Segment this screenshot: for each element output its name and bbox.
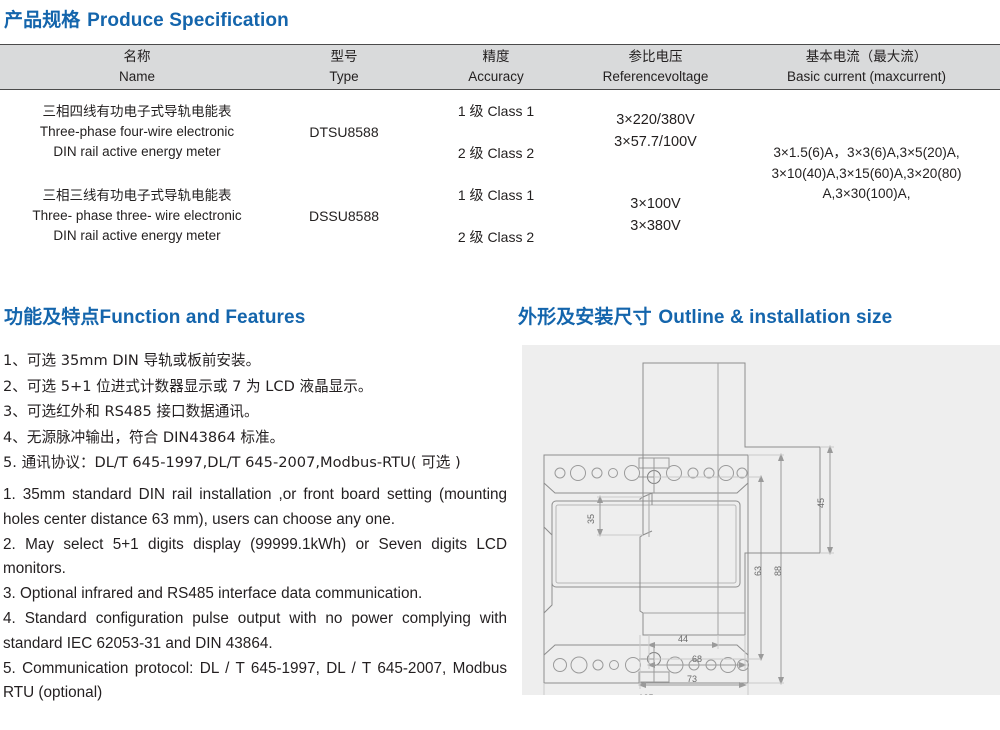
page-title-specification-en: Produce Specification bbox=[87, 10, 289, 31]
features-list-chinese: 1、可选 35mm DIN 导轨或板前安装。 2、可选 5+1 位进式计数器显示… bbox=[3, 348, 503, 476]
section-title-features-en: Function and Features bbox=[99, 307, 306, 328]
cell-accuracy-class2: 2 级 Class 2 bbox=[457, 229, 535, 245]
side-view-drawing bbox=[597, 362, 834, 689]
dimension-label-rail-height: 35 bbox=[586, 514, 596, 524]
dimension-label-hole-spacing: 63 bbox=[753, 566, 763, 576]
cell-accuracy-class1: 1 级 Class 1 bbox=[457, 103, 535, 119]
column-header-basic-current: 基本电流（最大流） Basic current (maxcurrent) bbox=[733, 44, 1000, 90]
list-item: 4、无源脉冲输出，符合 DIN43864 标准。 bbox=[3, 428, 285, 446]
drawing-panel: 63 88 125 35 45 44 68 73 bbox=[522, 345, 1000, 695]
cell-type-dtsu8588: DTSU8588 bbox=[309, 124, 379, 140]
dimension-label-body-height: 45 bbox=[816, 498, 826, 508]
cell-accuracy-class2: 2 级 Class 2 bbox=[457, 145, 535, 161]
dimension-label-width: 125 bbox=[638, 693, 653, 695]
section-title-outline-en: Outline & installation size bbox=[658, 307, 893, 328]
front-view-drawing bbox=[543, 453, 784, 695]
list-item: 5. Communication protocol: DL / T 645-19… bbox=[3, 659, 507, 702]
section-title-outline: 外形及安装尺寸 Outline & installation size bbox=[518, 302, 892, 329]
list-item: 4. Standard configuration pulse output w… bbox=[3, 609, 507, 652]
cell-type-dssu8588: DSSU8588 bbox=[308, 208, 380, 224]
dimension-label-depth-total: 73 bbox=[687, 674, 697, 684]
list-item: 5. 通讯协议：DL/T 645-1997,DL/T 645-2007,Modb… bbox=[3, 454, 461, 471]
list-item: 2、可选 5+1 位进式计数器显示或 7 为 LCD 液晶显示。 bbox=[3, 377, 373, 395]
cell-voltage-dssu8588: 3×100V 3×380V bbox=[630, 196, 681, 234]
list-item: 1. 35mm standard DIN rail installation ,… bbox=[3, 486, 507, 528]
cell-voltage-dtsu8588: 3×220/380V 3×57.7/100V bbox=[614, 112, 697, 150]
list-item: 2. May select 5+1 digits display (99999.… bbox=[3, 535, 507, 578]
cell-basic-current: 3×1.5(6)A，3×3(6)A,3×5(20)A, 3×10(40)A,3×… bbox=[771, 145, 962, 202]
column-header-type: 型号 Type bbox=[274, 44, 414, 90]
column-header-accuracy: 精度 Accuracy bbox=[414, 44, 578, 90]
column-header-reference-voltage: 参比电压 Referencevoltage bbox=[578, 44, 733, 90]
dimension-label-depth-mid: 68 bbox=[692, 654, 702, 664]
list-item: 3. Optional infrared and RS485 interface… bbox=[3, 585, 423, 603]
section-title-features: 功能及特点Function and Features bbox=[4, 302, 305, 329]
features-list-english: 1. 35mm standard DIN rail installation ,… bbox=[3, 483, 507, 706]
cell-name-dssu8588: 三相三线有功电子式导轨电能表 Three- phase three- wire … bbox=[32, 187, 242, 243]
page-title-specification: 产品规格 Produce Specification bbox=[4, 5, 289, 32]
cell-accuracy-class1: 1 级 Class 1 bbox=[457, 187, 535, 203]
section-title-outline-cn: 外形及安装尺寸 bbox=[518, 306, 659, 328]
cell-name-dtsu8588: 三相四线有功电子式导轨电能表 Three-phase four-wire ele… bbox=[39, 103, 235, 159]
specification-table: 名称 Name 型号 Type 精度 Accuracy 参比电压 Referen… bbox=[0, 44, 1000, 258]
column-header-name: 名称 Name bbox=[0, 44, 274, 90]
dimension-label-height: 88 bbox=[773, 566, 783, 576]
table-header-row: 名称 Name 型号 Type 精度 Accuracy 参比电压 Referen… bbox=[0, 44, 1000, 90]
list-item: 1、可选 35mm DIN 导轨或板前安装。 bbox=[3, 352, 261, 369]
list-item: 3、可选红外和 RS485 接口数据通讯。 bbox=[3, 403, 259, 420]
dimension-drawings: 63 88 125 35 45 44 68 73 bbox=[543, 362, 834, 695]
dimension-label-depth-inner: 44 bbox=[678, 634, 688, 644]
page-title-specification-cn: 产品规格 bbox=[4, 9, 88, 31]
section-title-features-cn: 功能及特点 bbox=[4, 306, 100, 328]
table-row: 三相四线有功电子式导轨电能表 Three-phase four-wire ele… bbox=[0, 90, 1000, 201]
